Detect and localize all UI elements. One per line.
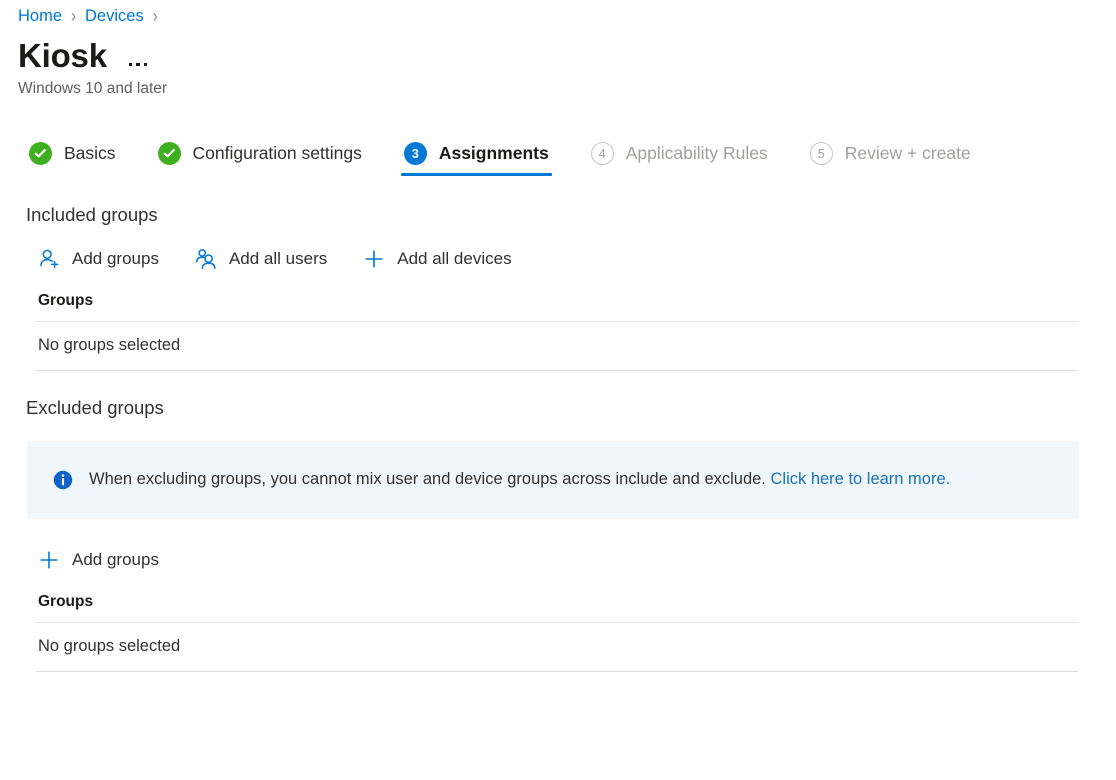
- tab-label: Assignments: [439, 143, 549, 164]
- breadcrumb-separator-icon: ›: [71, 5, 76, 26]
- page-title: Kiosk: [18, 39, 107, 72]
- column-header-groups: Groups: [36, 290, 1078, 321]
- tab-underline: [26, 173, 119, 176]
- breadcrumb: Home › Devices ›: [0, 0, 1116, 28]
- tab-underline: [155, 173, 365, 176]
- breadcrumb-item-home[interactable]: Home: [18, 7, 62, 26]
- page-header: Kiosk: [0, 28, 1116, 74]
- command-label: Add all users: [229, 249, 327, 269]
- check-circle-icon: [158, 142, 181, 165]
- tab-underline: [401, 173, 552, 176]
- excluded-groups-table: Groups No groups selected: [26, 591, 1078, 672]
- tab-applicability-rules[interactable]: 4 Applicability Rules: [588, 142, 771, 176]
- ellipsis-dot: [129, 63, 133, 67]
- add-excluded-groups-button[interactable]: Add groups: [36, 545, 159, 575]
- command-label: Add groups: [72, 550, 159, 570]
- tab-basics[interactable]: Basics: [26, 142, 119, 176]
- included-groups-table: Groups No groups selected: [26, 290, 1078, 371]
- tab-label: Applicability Rules: [626, 143, 768, 164]
- tab-review-create[interactable]: 5 Review + create: [807, 142, 974, 176]
- column-header-groups: Groups: [36, 591, 1078, 622]
- wizard-tabs: Basics Configuration settings 3 Assignme…: [0, 142, 1116, 194]
- included-groups-command-bar: Add groups Add all users Add all devices: [26, 244, 1116, 274]
- add-user-icon: [36, 246, 62, 272]
- table-divider: [36, 671, 1078, 672]
- add-groups-button[interactable]: Add groups: [36, 244, 159, 274]
- users-icon: [193, 246, 219, 272]
- add-all-users-button[interactable]: Add all users: [193, 244, 327, 274]
- step-number-badge: 3: [404, 142, 427, 165]
- breadcrumb-item-devices[interactable]: Devices: [85, 7, 144, 26]
- learn-more-link[interactable]: Click here to learn more.: [771, 470, 951, 488]
- tab-assignments[interactable]: 3 Assignments: [401, 142, 552, 176]
- tab-underline: [807, 173, 974, 176]
- breadcrumb-separator-icon: ›: [153, 5, 158, 26]
- command-label: Add groups: [72, 249, 159, 269]
- add-all-devices-button[interactable]: Add all devices: [361, 244, 511, 274]
- table-empty-row: No groups selected: [36, 623, 1078, 671]
- tab-label: Review + create: [845, 143, 971, 164]
- check-circle-icon: [29, 142, 52, 165]
- ellipsis-dot: [144, 63, 148, 67]
- page-subtitle: Windows 10 and later: [0, 74, 1116, 98]
- ellipsis-dot: [136, 63, 140, 67]
- exclusion-info-banner: When excluding groups, you cannot mix us…: [27, 441, 1079, 519]
- step-number-badge: 5: [810, 142, 833, 165]
- tab-configuration-settings[interactable]: Configuration settings: [155, 142, 365, 176]
- tab-underline: [588, 173, 771, 176]
- excluded-groups-command-bar: Add groups: [26, 545, 1116, 575]
- info-icon: [53, 470, 73, 490]
- plus-icon: [361, 246, 387, 272]
- command-label: Add all devices: [397, 249, 511, 269]
- tab-label: Basics: [64, 143, 116, 164]
- more-options-icon[interactable]: [129, 41, 148, 69]
- plus-icon: [36, 547, 62, 573]
- banner-message: When excluding groups, you cannot mix us…: [89, 470, 766, 488]
- tab-label: Configuration settings: [193, 143, 362, 164]
- assignments-panel: Included groups Add groups: [0, 204, 1116, 672]
- excluded-groups-heading: Excluded groups: [26, 397, 1116, 419]
- table-divider: [36, 370, 1078, 371]
- step-number-badge: 4: [591, 142, 614, 165]
- included-groups-heading: Included groups: [26, 204, 1116, 226]
- banner-text-wrapper: When excluding groups, you cannot mix us…: [89, 469, 950, 490]
- table-empty-row: No groups selected: [36, 322, 1078, 370]
